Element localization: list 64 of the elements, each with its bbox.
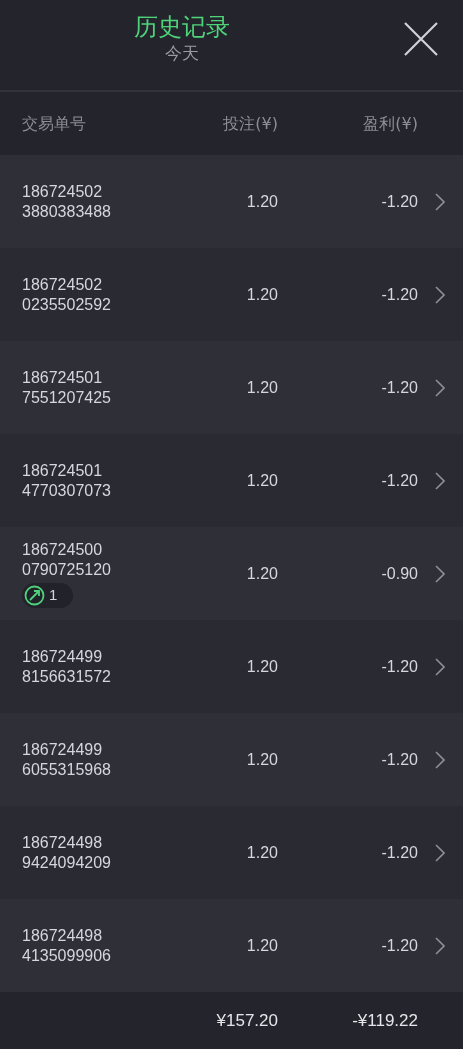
order-number: 7551207425	[22, 387, 112, 408]
chevron-right-icon[interactable]	[435, 564, 445, 583]
stake-amount: 1.20	[245, 656, 278, 677]
order-row[interactable]: 186724501 7551207425 1.20 -1.20	[0, 341, 463, 434]
profit-amount: -1.20	[380, 749, 418, 770]
order-row[interactable]: 186724501 4770307073 1.20 -1.20	[0, 434, 463, 527]
order-number: 186724500	[22, 539, 104, 560]
chevron-right-icon[interactable]	[435, 936, 445, 955]
column-header: 投注(¥)	[222, 112, 278, 135]
profit-amount: -1.20	[380, 284, 418, 305]
order-number: 4770307073	[22, 480, 112, 501]
profit-amount: -1.20	[380, 656, 418, 677]
chevron-right-icon[interactable]	[435, 378, 445, 397]
order-number: 186724499	[22, 646, 104, 667]
stake-amount: 1.20	[245, 563, 278, 584]
column-header: 交易单号	[22, 112, 87, 135]
stake-amount: 1.20	[245, 470, 278, 491]
order-number: 186724499	[22, 739, 104, 760]
order-row[interactable]: 186724500 0790725120 1 1.20 -0.90	[0, 527, 463, 620]
stake-amount: 1.20	[245, 842, 278, 863]
profit-amount: -1.20	[380, 935, 418, 956]
order-number: 186724498	[22, 832, 104, 853]
stake-amount: 1.20	[245, 749, 278, 770]
order-row[interactable]: 186724502 3880383488 1.20 -1.20	[0, 155, 463, 248]
column-header: 盈利(¥)	[362, 112, 418, 135]
order-number: 186724501	[22, 460, 104, 481]
profit-amount: -1.20	[380, 377, 418, 398]
profit-amount: -0.90	[380, 563, 418, 584]
stake-amount: 1.20	[245, 284, 278, 305]
total-stake: ¥157.20	[215, 1009, 278, 1032]
chevron-right-icon[interactable]	[435, 192, 445, 211]
chevron-right-icon[interactable]	[435, 471, 445, 490]
order-number: 8156631572	[22, 666, 112, 687]
order-row[interactable]: 186724498 9424094209 1.20 -1.20	[0, 806, 463, 899]
stake-amount: 1.20	[245, 377, 278, 398]
profit-amount: -1.20	[380, 470, 418, 491]
order-row[interactable]: 186724499 8156631572 1.20 -1.20	[0, 620, 463, 713]
order-number: 3880383488	[22, 201, 112, 222]
order-row[interactable]: 186724499 6055315968 1.20 -1.20	[0, 713, 463, 806]
profit-amount: -1.20	[380, 191, 418, 212]
order-number: 186724502	[22, 274, 104, 295]
order-number: 0790725120	[22, 559, 112, 580]
order-number: 4135099906	[22, 945, 112, 966]
order-number: 9424094209	[22, 852, 112, 873]
chevron-right-icon[interactable]	[435, 285, 445, 304]
order-number: 186724502	[22, 181, 104, 202]
count-badge: 1	[22, 582, 73, 608]
window-title: 历史记录	[133, 12, 230, 42]
stake-amount: 1.20	[245, 935, 278, 956]
profit-amount: -1.20	[380, 842, 418, 863]
close-icon[interactable]	[404, 22, 438, 56]
order-row[interactable]: 186724502 0235502592 1.20 -1.20	[0, 248, 463, 341]
total-profit: -¥119.22	[351, 1009, 418, 1032]
order-number: 186724501	[22, 367, 104, 388]
order-row[interactable]: 186724498 4135099906 1.20 -1.20	[0, 899, 463, 992]
order-number: 186724498	[22, 925, 104, 946]
order-number: 0235502592	[22, 294, 112, 315]
chevron-right-icon[interactable]	[435, 843, 445, 862]
chevron-right-icon[interactable]	[435, 657, 445, 676]
date-subtitle: 今天	[164, 42, 199, 64]
order-number: 6055315968	[22, 759, 112, 780]
stake-amount: 1.20	[245, 191, 278, 212]
arrow-circle-icon	[24, 584, 45, 606]
chevron-right-icon[interactable]	[435, 750, 445, 769]
